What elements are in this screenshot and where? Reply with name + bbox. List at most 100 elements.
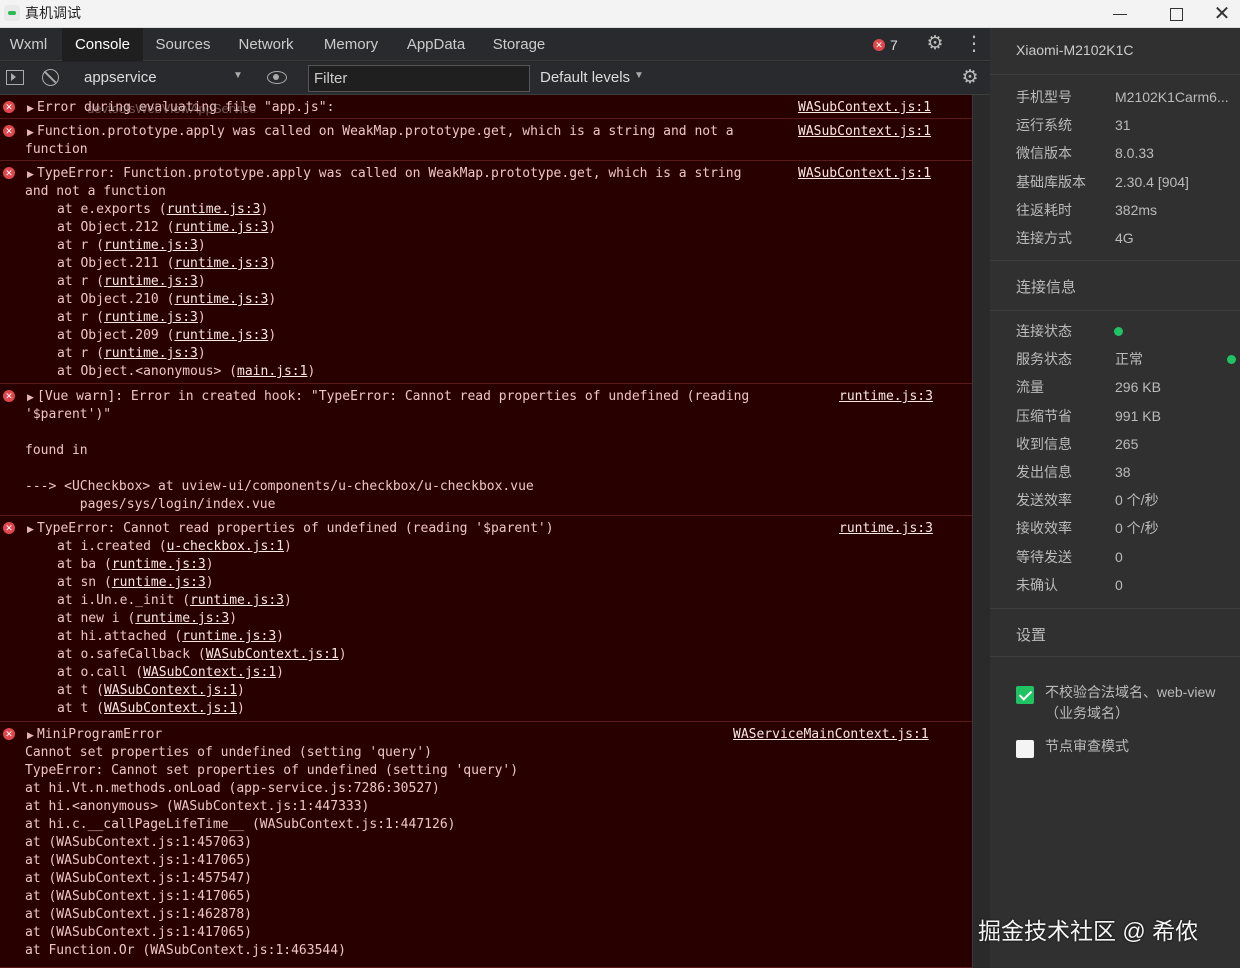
tab-wxml[interactable]: Wxml bbox=[0, 28, 57, 61]
console-message-text: '$parent')" bbox=[25, 407, 112, 422]
info-key: 往返耗时 bbox=[1016, 201, 1072, 218]
live-expression-eye-icon[interactable] bbox=[267, 71, 287, 84]
source-link[interactable]: WASubContext.js:1 bbox=[798, 165, 931, 183]
stack-frame-link[interactable]: runtime.js:3 bbox=[190, 593, 284, 608]
tab-network[interactable]: Network bbox=[228, 28, 304, 61]
stack-frame: at r (runtime.js:3) bbox=[57, 273, 206, 291]
stack-frame: at t (WASubContext.js:1) bbox=[57, 700, 245, 718]
conn-key: 发送效率 bbox=[1016, 492, 1072, 509]
stack-frame-text: at Object.212 ( bbox=[57, 220, 175, 235]
stack-frame-link[interactable]: runtime.js:3 bbox=[104, 274, 198, 289]
expand-triangle-icon[interactable]: ▶ bbox=[27, 123, 34, 141]
watermark: 掘金技术社区 @ 希侬 bbox=[978, 918, 1199, 944]
skip-domain-check-checkbox[interactable] bbox=[1016, 686, 1034, 704]
stack-frame-text: ) bbox=[268, 256, 277, 271]
stack-frame-link[interactable]: u-checkbox.js:1 bbox=[167, 539, 284, 554]
conn-value: 38 bbox=[1115, 464, 1131, 480]
info-key: 手机型号 bbox=[1016, 89, 1072, 105]
source-link[interactable]: WASubContext.js:1 bbox=[798, 123, 931, 141]
stack-frame-link[interactable]: WASubContext.js:1 bbox=[143, 665, 276, 680]
stack-frame-text: at i.Un.e._init ( bbox=[57, 593, 191, 608]
error-icon: ✕ bbox=[3, 167, 15, 179]
stack-frame-link[interactable]: runtime.js:3 bbox=[104, 346, 198, 361]
stack-frame-link[interactable]: runtime.js:3 bbox=[174, 256, 268, 271]
stack-frame: at r (runtime.js:3) bbox=[57, 237, 206, 255]
tab-appdata[interactable]: AppData bbox=[398, 28, 474, 61]
stack-frame-link[interactable]: runtime.js:3 bbox=[182, 629, 276, 644]
stack-frame-text: ) bbox=[338, 647, 347, 662]
clear-console-icon[interactable] bbox=[42, 69, 59, 86]
console-message-text: at hi.<anonymous> (WASubContext.js:1:447… bbox=[25, 799, 370, 814]
console-error-message: ✕ ▶ [Vue warn]: Error in created hook: "Ty… bbox=[0, 384, 972, 516]
source-link[interactable]: runtime.js:3 bbox=[839, 388, 933, 406]
tab-console[interactable]: Console bbox=[62, 28, 143, 61]
stack-frame-text: ) bbox=[229, 611, 238, 626]
stack-frame-link[interactable]: runtime.js:3 bbox=[174, 328, 268, 343]
conn-value: 991 KB bbox=[1115, 407, 1161, 424]
overlay-text: devtoolsWebViewAppService bbox=[87, 101, 257, 116]
tab-memory[interactable]: Memory bbox=[314, 28, 388, 61]
stack-frame-text: ) bbox=[205, 575, 214, 590]
stack-frame-text: at r ( bbox=[57, 310, 104, 325]
minimize-button[interactable] bbox=[1092, 0, 1148, 28]
stack-frame-text: at Object.<anonymous> ( bbox=[57, 364, 238, 379]
dropdown-arrow-icon[interactable]: ▼ bbox=[634, 70, 644, 81]
source-link[interactable]: WAServiceMainContext.js:1 bbox=[733, 726, 929, 744]
stack-frame-link[interactable]: WASubContext.js:1 bbox=[104, 701, 237, 716]
source-link[interactable]: runtime.js:3 bbox=[839, 520, 933, 538]
maximize-button[interactable] bbox=[1148, 0, 1204, 28]
stack-frame-link[interactable]: WASubContext.js:1 bbox=[104, 683, 237, 698]
console-settings-gear-icon[interactable]: ⚙ bbox=[960, 68, 980, 88]
expand-triangle-icon[interactable]: ▶ bbox=[27, 726, 34, 744]
filter-input[interactable] bbox=[308, 65, 530, 92]
console-toolbar: appservice ▼ Default levels ▼ ⚙ bbox=[0, 62, 990, 95]
stack-frame-link[interactable]: runtime.js:3 bbox=[135, 611, 229, 626]
close-button[interactable]: ✕ bbox=[1204, 0, 1240, 28]
conn-value: 0 个/秒 bbox=[1115, 520, 1159, 537]
console-message-text: Cannot set properties of undefined (sett… bbox=[25, 745, 432, 760]
stack-frame-text: at Object.209 ( bbox=[57, 328, 175, 343]
stack-frame-text: at hi.attached ( bbox=[57, 629, 183, 644]
stack-frame-text: at t ( bbox=[57, 701, 104, 716]
stack-frame-link[interactable]: runtime.js:3 bbox=[112, 575, 206, 590]
stack-frame-text: ) bbox=[197, 274, 206, 289]
source-link[interactable]: WASubContext.js:1 bbox=[798, 99, 931, 117]
log-levels-dropdown[interactable]: Default levels bbox=[540, 69, 630, 86]
stack-frame-link[interactable]: runtime.js:3 bbox=[104, 238, 198, 253]
conn-value: 正常 bbox=[1115, 351, 1143, 368]
conn-key: 发出信息 bbox=[1016, 464, 1072, 480]
stack-frame-link[interactable]: runtime.js:3 bbox=[167, 202, 261, 217]
expand-triangle-icon[interactable]: ▶ bbox=[27, 99, 34, 117]
conn-key: 收到信息 bbox=[1016, 435, 1072, 452]
more-options-icon[interactable]: ⋮ bbox=[964, 32, 984, 56]
error-count-badge[interactable]: ✕ 7 bbox=[873, 36, 898, 54]
conn-key: 接收效率 bbox=[1016, 520, 1072, 537]
expand-triangle-icon[interactable]: ▶ bbox=[27, 388, 34, 406]
close-icon: ✕ bbox=[1213, 3, 1231, 25]
settings-gear-icon[interactable]: ⚙ bbox=[925, 34, 945, 54]
tab-storage[interactable]: Storage bbox=[484, 28, 554, 61]
stack-frame-link[interactable]: main.js:1 bbox=[237, 364, 307, 379]
node-inspect-checkbox[interactable] bbox=[1016, 740, 1034, 758]
dropdown-arrow-icon[interactable]: ▼ bbox=[233, 70, 243, 81]
stack-frame: at i.Un.e._init (runtime.js:3) bbox=[57, 592, 292, 610]
expand-triangle-icon[interactable]: ▶ bbox=[27, 165, 34, 183]
title-bar: 真机调试 ✕ bbox=[0, 0, 1240, 28]
error-icon: ✕ bbox=[3, 522, 15, 534]
sidebar-toggle-icon[interactable] bbox=[6, 70, 24, 85]
stack-frame-link[interactable]: runtime.js:3 bbox=[174, 220, 268, 235]
stack-frame-text: at e.exports ( bbox=[57, 202, 167, 217]
stack-frame-link[interactable]: runtime.js:3 bbox=[112, 557, 206, 572]
console-message-text: at (WASubContext.js:1:462878) bbox=[25, 907, 252, 922]
stack-frame: at o.safeCallback (WASubContext.js:1) bbox=[57, 646, 347, 664]
conn-value: 265 bbox=[1115, 435, 1139, 452]
info-key: 基础库版本 bbox=[1016, 173, 1086, 190]
expand-triangle-icon[interactable]: ▶ bbox=[27, 520, 34, 538]
scrollbar[interactable] bbox=[972, 95, 990, 968]
tab-sources[interactable]: Sources bbox=[148, 28, 218, 61]
connection-status-dot bbox=[1114, 327, 1123, 336]
stack-frame-link[interactable]: runtime.js:3 bbox=[174, 292, 268, 307]
context-selector[interactable]: appservice bbox=[84, 69, 157, 86]
stack-frame-link[interactable]: runtime.js:3 bbox=[104, 310, 198, 325]
stack-frame-link[interactable]: WASubContext.js:1 bbox=[206, 647, 339, 662]
